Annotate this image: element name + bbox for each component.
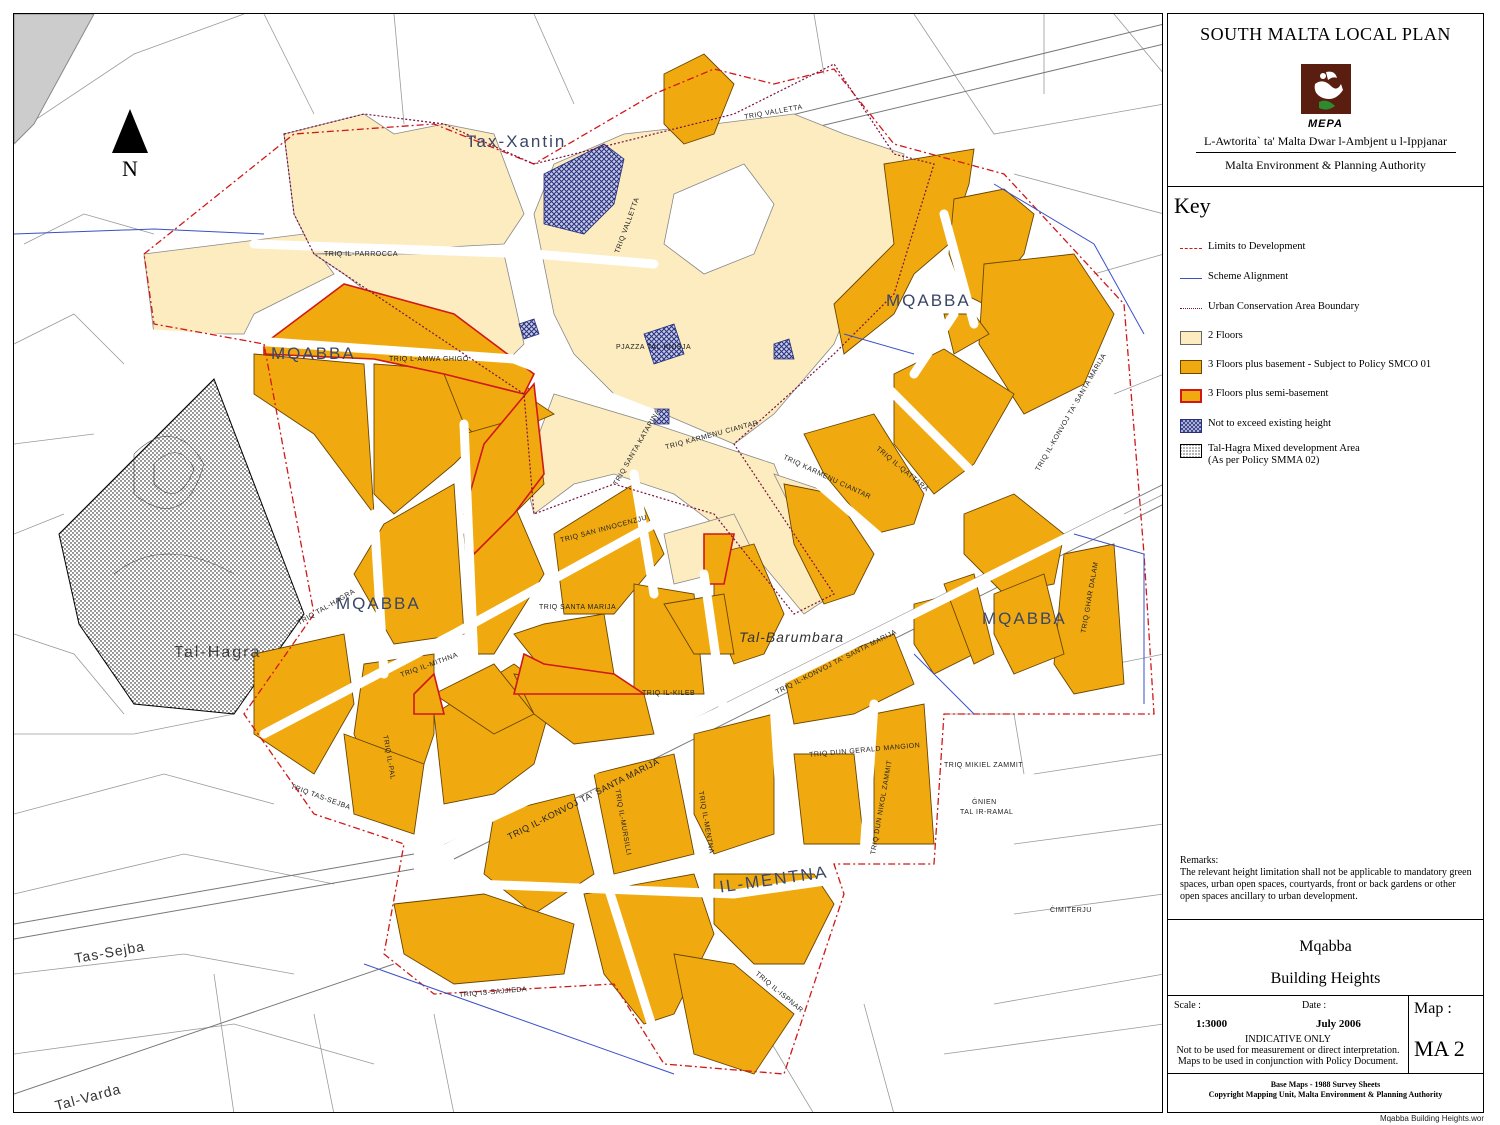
swatch-icon: [1180, 331, 1202, 345]
legend-key: Key Limits to Development Scheme Alignme…: [1168, 187, 1483, 920]
legend-item-three-floors-semi-basement: 3 Floors plus semi-basement: [1180, 386, 1480, 406]
indicative-text: Maps to be used in conjunction with Poli…: [1177, 1056, 1399, 1067]
place-label-mqabba: MQABBA: [271, 344, 356, 363]
place-label-tal-hagra: Tal-Hagra: [174, 644, 262, 661]
legend-label: Tal-Hagra Mixed development Area: [1208, 443, 1360, 454]
legend-panel: SOUTH MALTA LOCAL PLAN MEPA L-Awtorita` …: [1167, 13, 1484, 1113]
meta-divider: [1408, 996, 1409, 1074]
remarks-text: The relevant height limitation shall not…: [1180, 867, 1472, 902]
file-name: Mqabba Building Heights.wor: [1379, 1114, 1484, 1123]
legend-item-two-floors: 2 Floors: [1180, 328, 1480, 348]
authority-name-maltese: L-Awtorita` ta' Malta Dwar l-Ambjent u l…: [1204, 134, 1447, 148]
authority-name-english: Malta Environment & Planning Authority: [1225, 158, 1426, 172]
dashdot-line-icon: [1180, 248, 1202, 249]
map-number-label: Map :: [1414, 1000, 1452, 1017]
key-title: Key: [1174, 193, 1211, 218]
mepa-wordmark: MEPA: [1308, 118, 1343, 130]
date-label: Date :: [1302, 1000, 1327, 1011]
solid-line-icon: [1180, 278, 1202, 279]
place-label-tal-ir-ramal: TAL IR-RAMAL: [960, 809, 1014, 816]
north-label: N: [122, 156, 138, 181]
map-subject: Building Heights: [1270, 970, 1381, 987]
locality-name: Mqabba: [1299, 938, 1352, 955]
crosshatch-icon: [1180, 419, 1202, 433]
indicative-title: INDICATIVE ONLY: [1245, 1034, 1331, 1045]
legend-label-policy: (As per Policy SMMA 02): [1208, 455, 1320, 466]
place-label-tal-barumbara: Tal-Barumbara: [739, 629, 845, 645]
place-label-mqabba: MQABBA: [982, 609, 1067, 628]
base-maps-text: Base Maps - 1988 Survey Sheets: [1270, 1080, 1381, 1089]
date-value: July 2006: [1316, 1018, 1361, 1030]
street-label: PJAZZA TAL-KNISJA: [616, 344, 692, 351]
indicative-note: INDICATIVE ONLY Not to be used for measu…: [1168, 1034, 1408, 1067]
legend-item-three-floors-basement: 3 Floors plus basement - Subject to Poli…: [1180, 357, 1480, 377]
swatch-icon: [1180, 389, 1202, 403]
indicative-text: Not to be used for measurement or direct…: [1176, 1045, 1400, 1056]
panel-header: SOUTH MALTA LOCAL PLAN MEPA L-Awtorita` …: [1168, 14, 1483, 187]
plan-title: SOUTH MALTA LOCAL PLAN: [1200, 24, 1451, 44]
stipple-icon: [1180, 444, 1202, 458]
panel-footer: Base Maps - 1988 Survey Sheets Copyright…: [1168, 1074, 1483, 1114]
remarks: Remarks: The relevant height limitation …: [1180, 855, 1475, 903]
map-number: MA 2: [1414, 1036, 1465, 1061]
place-label-gnien: ĠNIEN: [972, 799, 997, 806]
base-map-credit: Base Maps - 1988 Survey Sheets Copyright…: [1168, 1080, 1483, 1100]
legend-item-conservation-boundary: Urban Conservation Area Boundary: [1180, 299, 1480, 319]
map-metadata: Scale : 1:3000 Date : July 2006 INDICATI…: [1168, 996, 1483, 1074]
street-label: TRIQ MIKIEL ZAMMIT: [944, 762, 1024, 769]
street-label: TRIQ IL-PARROCCA: [324, 251, 398, 258]
street-label: TRIQ L-AMWA GHIGO: [389, 356, 469, 363]
copyright-text: Copyright Mapping Unit, Malta Environmen…: [1208, 1090, 1443, 1099]
map-canvas[interactable]: N Tax-Xantin MQABBA MQABBA MQABBA MQABBA…: [13, 13, 1163, 1113]
place-label-cimiterju: ĊIMITERJU: [1050, 907, 1092, 914]
header-divider: [1196, 152, 1456, 153]
scale-label: Scale :: [1174, 1000, 1201, 1011]
coast-strip: [14, 14, 95, 145]
map-drawing: [14, 14, 1162, 1112]
place-label-tax-xantin: Tax-Xantin: [466, 132, 567, 151]
street-label: TRIQ IL-KILEB: [642, 690, 696, 697]
dotted-line-icon: [1180, 308, 1202, 309]
swatch-icon: [1180, 360, 1202, 374]
legend-item-limits: Limits to Development: [1180, 239, 1480, 259]
street-label: TRIQ SANTA MARIJA: [539, 604, 617, 611]
legend-item-existing-height: Not to exceed existing height: [1180, 416, 1480, 436]
remarks-title: Remarks:: [1180, 855, 1219, 866]
place-label-mqabba: MQABBA: [886, 291, 971, 310]
legend-item-tal-hagra: Tal-Hagra Mixed development Area (As per…: [1180, 441, 1480, 469]
map-title-block: Mqabba Building Heights: [1168, 920, 1483, 996]
scale-value: 1:3000: [1196, 1018, 1228, 1030]
legend-item-scheme-alignment: Scheme Alignment: [1180, 269, 1480, 289]
mepa-logo-icon: [1301, 64, 1351, 114]
